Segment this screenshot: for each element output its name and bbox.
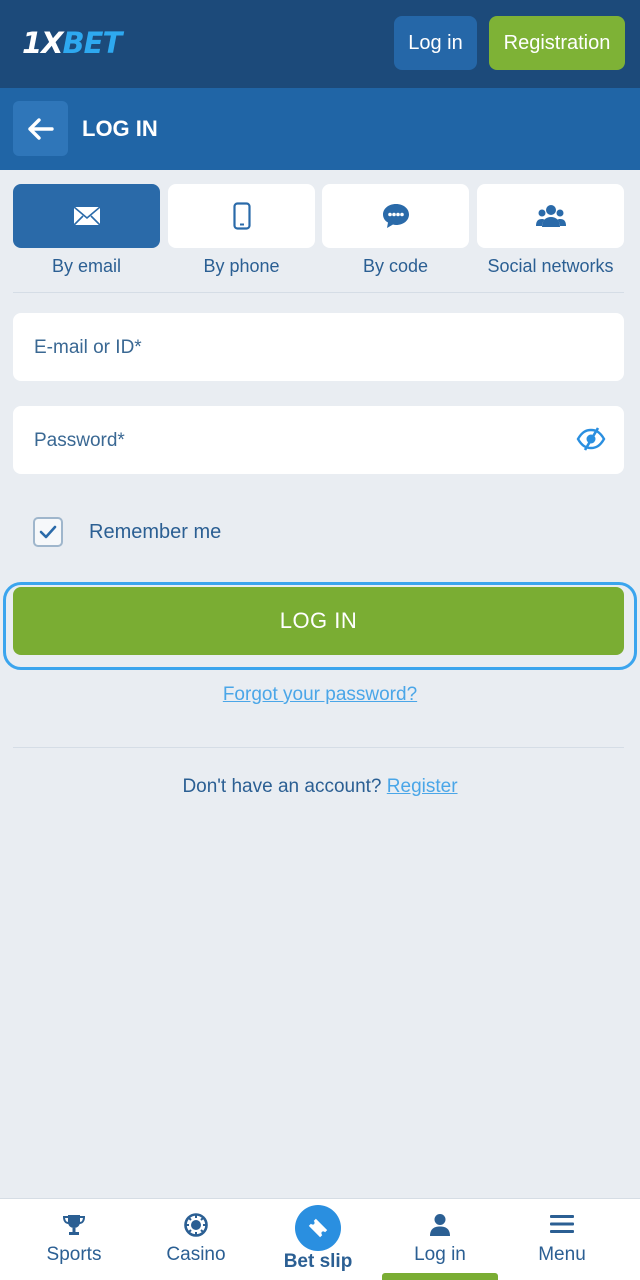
nav-menu[interactable]: Menu <box>501 1199 623 1280</box>
tab-by-email[interactable] <box>13 184 160 248</box>
tab-social-networks[interactable] <box>477 184 624 248</box>
nav-bet-slip-label: Bet slip <box>283 1251 353 1272</box>
tab-label-by-email[interactable]: By email <box>13 256 160 277</box>
chat-icon <box>382 204 409 228</box>
users-icon <box>535 205 566 227</box>
page-header: LOG IN <box>0 88 640 170</box>
bottom-nav: Sports Casino Bet slip Log in Menu <box>0 1198 640 1280</box>
nav-sports-label: Sports <box>46 1244 102 1265</box>
divider <box>13 747 624 748</box>
password-field[interactable]: Password* <box>13 406 624 474</box>
tab-label-social-networks[interactable]: Social networks <box>477 256 624 277</box>
forgot-password-link[interactable]: Forgot your password? <box>0 684 640 706</box>
email-field[interactable]: E-mail or ID* <box>13 313 624 381</box>
header-login-button[interactable]: Log in <box>394 16 477 70</box>
logo[interactable]: 1XBET <box>22 26 122 60</box>
ticket-icon <box>308 1218 328 1238</box>
page-title: LOG IN <box>82 116 158 141</box>
register-link[interactable]: Register <box>387 776 458 797</box>
email-placeholder: E-mail or ID* <box>34 337 142 358</box>
no-account-text: Don't have an account? Register <box>0 776 640 798</box>
nav-casino-label: Casino <box>166 1244 226 1265</box>
tab-by-phone[interactable] <box>168 184 315 248</box>
nav-bet-slip[interactable]: Bet slip <box>257 1199 379 1280</box>
bet-slip-badge <box>295 1205 341 1251</box>
no-account-label: Don't have an account? <box>182 776 382 797</box>
nav-log-in-label: Log in <box>414 1244 466 1265</box>
phone-icon <box>232 202 251 230</box>
nav-sports[interactable]: Sports <box>13 1199 135 1280</box>
divider <box>13 292 624 293</box>
trophy-icon <box>62 1215 86 1235</box>
back-button[interactable] <box>13 101 68 156</box>
active-nav-indicator <box>382 1273 498 1280</box>
tab-label-by-code[interactable]: By code <box>322 256 469 277</box>
top-bar: 1XBET Log in Registration <box>0 0 640 88</box>
menu-icon <box>550 1215 574 1233</box>
check-icon <box>39 525 57 539</box>
tab-by-code[interactable] <box>322 184 469 248</box>
eye-hidden-icon[interactable] <box>576 426 606 452</box>
remember-me-label[interactable]: Remember me <box>89 521 221 544</box>
nav-log-in[interactable]: Log in <box>379 1199 501 1280</box>
nav-casino[interactable]: Casino <box>135 1199 257 1280</box>
arrow-left-icon <box>27 117 54 140</box>
registration-button[interactable]: Registration <box>489 16 625 70</box>
login-submit-button[interactable]: LOG IN <box>13 587 624 655</box>
envelope-icon <box>72 206 101 226</box>
remember-me-checkbox[interactable] <box>33 517 63 547</box>
casino-chip-icon <box>184 1213 208 1237</box>
user-icon <box>430 1214 450 1236</box>
tab-label-by-phone[interactable]: By phone <box>168 256 315 277</box>
password-placeholder: Password* <box>34 430 125 451</box>
nav-menu-label: Menu <box>538 1244 586 1265</box>
